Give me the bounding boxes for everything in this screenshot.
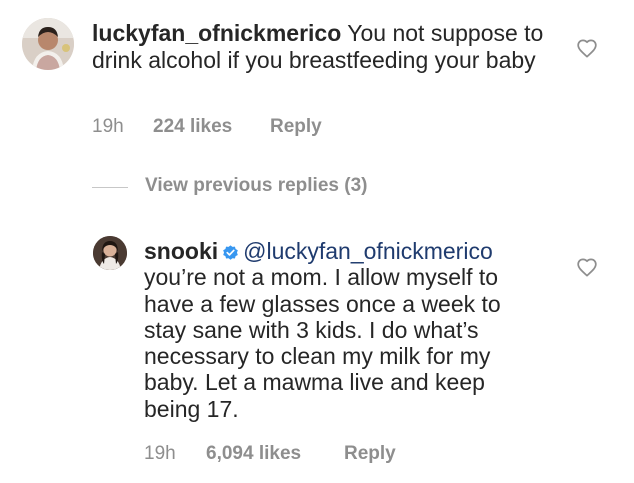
heart-outline-icon[interactable] [576,38,598,58]
comment-time: 19h [92,116,124,137]
heart-outline-icon[interactable] [576,257,598,277]
comment-body: snooki @luckyfan_ofnickmerico you’re not… [144,238,534,422]
avatar[interactable] [93,236,127,270]
comment-username[interactable]: snooki [144,238,218,264]
comment-body: luckyfan_ofnickmerico You not suppose to… [92,20,552,73]
comment-meta: 19h 6,094 likes Reply [144,443,444,467]
mention-link[interactable]: @luckyfan_ofnickmerico [243,238,493,264]
comment-text: you’re not a mom. I allow myself to have… [144,264,501,422]
comment-username[interactable]: luckyfan_ofnickmerico [92,20,341,46]
reply-button[interactable]: Reply [270,116,322,138]
view-replies-label[interactable]: View previous replies (3) [145,175,367,197]
reply-button[interactable]: Reply [344,443,396,465]
likes-count[interactable]: 6,094 likes [206,443,301,465]
divider-line [92,187,128,188]
likes-count[interactable]: 224 likes [153,116,232,138]
verified-badge-icon [223,245,238,260]
comment-time: 19h [144,443,176,464]
comment-meta: 19h 224 likes Reply [92,116,392,140]
avatar[interactable] [22,18,74,70]
